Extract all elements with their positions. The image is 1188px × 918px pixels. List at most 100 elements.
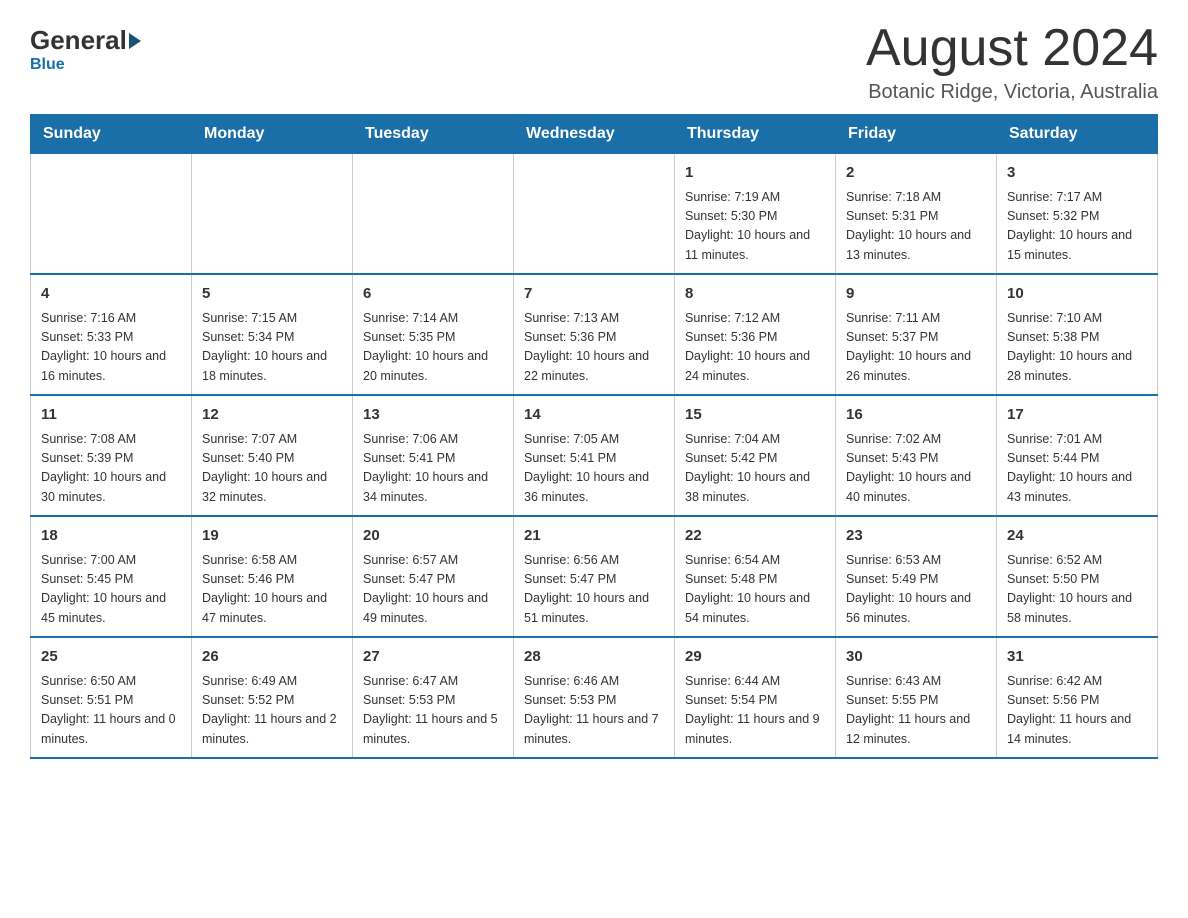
day-info: Sunrise: 6:44 AM Sunset: 5:54 PM Dayligh… [685,672,825,750]
day-number: 12 [202,404,342,427]
day-info: Sunrise: 7:16 AM Sunset: 5:33 PM Dayligh… [41,309,181,387]
calendar-cell: 28 Sunrise: 6:46 AM Sunset: 5:53 PM Dayli… [514,637,675,758]
day-info: Sunrise: 7:18 AM Sunset: 5:31 PM Dayligh… [846,188,986,266]
calendar-week-4: 18 Sunrise: 7:00 AM Sunset: 5:45 PM Dayli… [31,516,1158,637]
calendar-cell: 2 Sunrise: 7:18 AM Sunset: 5:31 PM Daylig… [836,154,997,275]
title-section: August 2024 Botanic Ridge, Victoria, Aus… [866,20,1158,104]
day-info: Sunrise: 7:14 AM Sunset: 5:35 PM Dayligh… [363,309,503,387]
logo-blue: Blue [30,56,65,73]
day-info: Sunrise: 6:56 AM Sunset: 5:47 PM Dayligh… [524,551,664,629]
day-info: Sunrise: 7:17 AM Sunset: 5:32 PM Dayligh… [1007,188,1147,266]
calendar-week-1: 1 Sunrise: 7:19 AM Sunset: 5:30 PM Daylig… [31,154,1158,275]
calendar-cell: 24 Sunrise: 6:52 AM Sunset: 5:50 PM Dayli… [997,516,1158,637]
day-info: Sunrise: 7:04 AM Sunset: 5:42 PM Dayligh… [685,430,825,508]
day-info: Sunrise: 6:53 AM Sunset: 5:49 PM Dayligh… [846,551,986,629]
calendar-cell: 22 Sunrise: 6:54 AM Sunset: 5:48 PM Dayli… [675,516,836,637]
calendar-body: 1 Sunrise: 7:19 AM Sunset: 5:30 PM Daylig… [31,154,1158,759]
day-info: Sunrise: 6:46 AM Sunset: 5:53 PM Dayligh… [524,672,664,750]
calendar-cell: 15 Sunrise: 7:04 AM Sunset: 5:42 PM Dayli… [675,395,836,516]
day-number: 15 [685,404,825,427]
calendar-cell: 18 Sunrise: 7:00 AM Sunset: 5:45 PM Dayli… [31,516,192,637]
calendar-cell: 5 Sunrise: 7:15 AM Sunset: 5:34 PM Daylig… [192,274,353,395]
day-number: 19 [202,525,342,548]
calendar-cell: 16 Sunrise: 7:02 AM Sunset: 5:43 PM Dayli… [836,395,997,516]
calendar-cell [31,154,192,275]
calendar-cell [192,154,353,275]
weekday-header-saturday: Saturday [997,115,1158,154]
day-info: Sunrise: 7:12 AM Sunset: 5:36 PM Dayligh… [685,309,825,387]
weekday-header-wednesday: Wednesday [514,115,675,154]
calendar-cell [514,154,675,275]
day-info: Sunrise: 7:11 AM Sunset: 5:37 PM Dayligh… [846,309,986,387]
calendar-cell [353,154,514,275]
day-info: Sunrise: 6:47 AM Sunset: 5:53 PM Dayligh… [363,672,503,750]
day-number: 8 [685,283,825,306]
calendar-cell: 27 Sunrise: 6:47 AM Sunset: 5:53 PM Dayli… [353,637,514,758]
calendar-cell: 20 Sunrise: 6:57 AM Sunset: 5:47 PM Dayli… [353,516,514,637]
day-number: 2 [846,162,986,185]
day-number: 10 [1007,283,1147,306]
day-info: Sunrise: 7:13 AM Sunset: 5:36 PM Dayligh… [524,309,664,387]
calendar-cell: 6Sunrise: 7:14 AM Sunset: 5:35 PM Daylig… [353,274,514,395]
calendar-cell: 23 Sunrise: 6:53 AM Sunset: 5:49 PM Dayli… [836,516,997,637]
calendar-cell: 3 Sunrise: 7:17 AM Sunset: 5:32 PM Daylig… [997,154,1158,275]
day-info: Sunrise: 7:06 AM Sunset: 5:41 PM Dayligh… [363,430,503,508]
day-number: 1 [685,162,825,185]
day-number: 28 [524,646,664,669]
day-info: Sunrise: 7:10 AM Sunset: 5:38 PM Dayligh… [1007,309,1147,387]
day-number: 16 [846,404,986,427]
calendar-cell: 19Sunrise: 6:58 AM Sunset: 5:46 PM Dayli… [192,516,353,637]
day-number: 4 [41,283,181,306]
day-number: 26 [202,646,342,669]
day-info: Sunrise: 6:54 AM Sunset: 5:48 PM Dayligh… [685,551,825,629]
calendar-cell: 1 Sunrise: 7:19 AM Sunset: 5:30 PM Daylig… [675,154,836,275]
day-info: Sunrise: 6:49 AM Sunset: 5:52 PM Dayligh… [202,672,342,750]
calendar-cell: 10 Sunrise: 7:10 AM Sunset: 5:38 PM Dayli… [997,274,1158,395]
day-number: 20 [363,525,503,548]
calendar-cell: 4 Sunrise: 7:16 AM Sunset: 5:33 PM Daylig… [31,274,192,395]
day-number: 25 [41,646,181,669]
calendar-header: SundayMondayTuesdayWednesdayThursdayFrid… [31,115,1158,154]
day-info: Sunrise: 7:05 AM Sunset: 5:41 PM Dayligh… [524,430,664,508]
day-number: 22 [685,525,825,548]
calendar-week-3: 11 Sunrise: 7:08 AM Sunset: 5:39 PM Dayli… [31,395,1158,516]
calendar-cell: 31Sunrise: 6:42 AM Sunset: 5:56 PM Dayli… [997,637,1158,758]
calendar-cell: 21 Sunrise: 6:56 AM Sunset: 5:47 PM Dayli… [514,516,675,637]
day-info: Sunrise: 7:02 AM Sunset: 5:43 PM Dayligh… [846,430,986,508]
day-info: Sunrise: 7:00 AM Sunset: 5:45 PM Dayligh… [41,551,181,629]
day-number: 18 [41,525,181,548]
day-number: 21 [524,525,664,548]
page-header: General Blue August 2024 Botanic Ridge, … [30,20,1158,104]
day-info: Sunrise: 6:52 AM Sunset: 5:50 PM Dayligh… [1007,551,1147,629]
day-info: Sunrise: 6:43 AM Sunset: 5:55 PM Dayligh… [846,672,986,750]
day-number: 23 [846,525,986,548]
day-number: 3 [1007,162,1147,185]
day-number: 30 [846,646,986,669]
day-number: 24 [1007,525,1147,548]
calendar-cell: 12 Sunrise: 7:07 AM Sunset: 5:40 PM Dayli… [192,395,353,516]
weekday-header-tuesday: Tuesday [353,115,514,154]
logo-general: General [30,25,127,56]
logo: General Blue [30,20,143,74]
day-info: Sunrise: 7:07 AM Sunset: 5:40 PM Dayligh… [202,430,342,508]
weekday-header-friday: Friday [836,115,997,154]
day-number: 14 [524,404,664,427]
day-number: 11 [41,404,181,427]
calendar-cell: 25Sunrise: 6:50 AM Sunset: 5:51 PM Dayli… [31,637,192,758]
month-year-title: August 2024 [866,20,1158,77]
location-subtitle: Botanic Ridge, Victoria, Australia [866,81,1158,104]
calendar-cell: 8 Sunrise: 7:12 AM Sunset: 5:36 PM Daylig… [675,274,836,395]
calendar-cell: 17Sunrise: 7:01 AM Sunset: 5:44 PM Dayli… [997,395,1158,516]
day-info: Sunrise: 6:57 AM Sunset: 5:47 PM Dayligh… [363,551,503,629]
day-number: 5 [202,283,342,306]
calendar-week-2: 4 Sunrise: 7:16 AM Sunset: 5:33 PM Daylig… [31,274,1158,395]
day-info: Sunrise: 7:15 AM Sunset: 5:34 PM Dayligh… [202,309,342,387]
day-info: Sunrise: 7:19 AM Sunset: 5:30 PM Dayligh… [685,188,825,266]
day-number: 17 [1007,404,1147,427]
day-number: 13 [363,404,503,427]
day-info: Sunrise: 7:08 AM Sunset: 5:39 PM Dayligh… [41,430,181,508]
calendar-cell: 13 Sunrise: 7:06 AM Sunset: 5:41 PM Dayli… [353,395,514,516]
day-number: 27 [363,646,503,669]
calendar-table: SundayMondayTuesdayWednesdayThursdayFrid… [30,114,1158,759]
weekday-header-monday: Monday [192,115,353,154]
